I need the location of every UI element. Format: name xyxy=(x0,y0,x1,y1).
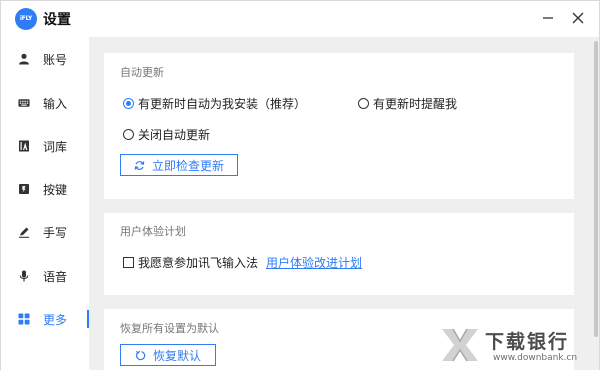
notify-option[interactable]: 有更新时提醒我 xyxy=(358,95,457,112)
sidebar-item-input[interactable]: 输入 xyxy=(1,85,89,121)
settings-panel: 自动更新 有更新时自动为我安装（推荐） 有更新时提醒我 关闭自动更新 立即检查更… xyxy=(89,37,599,370)
sidebar-item-more[interactable]: 更多 xyxy=(1,301,89,337)
keyboard-icon xyxy=(18,97,30,109)
button-label: 恢复默认 xyxy=(152,348,201,363)
option-label: 关闭自动更新 xyxy=(138,128,211,142)
vertical-scrollbar[interactable] xyxy=(593,37,599,370)
sidebar-item-handwriting[interactable]: 手写 xyxy=(1,214,89,250)
sidebar-item-label: 输入 xyxy=(43,96,68,111)
watermark-logo-icon xyxy=(442,328,478,362)
experience-plan-link[interactable]: 用户体验改进计划 xyxy=(266,254,362,271)
sidebar-item-label: 语音 xyxy=(43,269,68,284)
grid-icon xyxy=(18,313,30,325)
sidebar-item-voice[interactable]: 语音 xyxy=(1,258,89,294)
sidebar-item-label: 手写 xyxy=(43,225,68,240)
user-icon xyxy=(18,53,30,65)
sidebar-item-label: 词库 xyxy=(43,139,68,154)
option-label: 有更新时自动为我安装（推荐） xyxy=(138,97,307,111)
section-title: 用户体验计划 xyxy=(120,225,186,238)
minimize-button[interactable] xyxy=(537,7,559,29)
experience-plan-section: 用户体验计划 我愿意参加讯飞输入法 用户体验改进计划 xyxy=(104,213,574,295)
radio-button[interactable] xyxy=(358,98,369,109)
radio-button[interactable] xyxy=(123,98,134,109)
minus-icon xyxy=(543,17,553,19)
auto-update-section: 自动更新 有更新时自动为我安装（推荐） 有更新时提醒我 关闭自动更新 立即检查更… xyxy=(104,53,574,199)
dictionary-icon xyxy=(18,140,30,152)
join-plan-checkbox[interactable] xyxy=(123,257,134,268)
button-label: 立即检查更新 xyxy=(151,158,224,173)
key-icon xyxy=(18,183,30,195)
sidebar-item-label: 按键 xyxy=(43,182,68,197)
sidebar-item-label: 更多 xyxy=(43,312,68,327)
sidebar-item-account[interactable]: 账号 xyxy=(1,41,89,77)
refresh-icon xyxy=(134,160,145,171)
microphone-icon xyxy=(18,270,30,282)
site-watermark: 下载银行 www.downbank.cn xyxy=(437,323,593,367)
sidebar-item-label: 账号 xyxy=(43,52,68,67)
option-label: 有更新时提醒我 xyxy=(373,97,458,111)
section-title: 恢复所有设置为默认 xyxy=(120,322,219,335)
window-title: 设置 xyxy=(43,12,71,28)
watermark-title: 下载银行 xyxy=(485,331,570,353)
disable-auto-update-option[interactable]: 关闭自动更新 xyxy=(123,126,210,143)
sidebar-item-keys[interactable]: 按键 xyxy=(1,171,89,207)
sidebar-item-dictionary[interactable]: 词库 xyxy=(1,128,89,164)
auto-install-option[interactable]: 有更新时自动为我安装（推荐） xyxy=(123,95,306,112)
close-icon xyxy=(572,12,584,24)
app-logo: iFLY xyxy=(15,8,37,30)
check-update-button[interactable]: 立即检查更新 xyxy=(120,154,238,176)
section-title: 自动更新 xyxy=(120,66,164,79)
checkbox-label[interactable]: 我愿意参加讯飞输入法 xyxy=(138,254,258,271)
close-button[interactable] xyxy=(567,7,589,29)
watermark-url: www.downbank.cn xyxy=(493,353,578,363)
experience-plan-row: 我愿意参加讯飞输入法 用户体验改进计划 xyxy=(123,254,362,271)
settings-window: iFLY 设置 账号 输入 词库 按键 手写 语音 更多 自动更新 有更新时自动… xyxy=(0,0,600,370)
scroll-thumb[interactable] xyxy=(594,41,598,337)
reset-icon xyxy=(135,350,146,361)
radio-button[interactable] xyxy=(123,129,134,140)
restore-defaults-button[interactable]: 恢复默认 xyxy=(120,344,216,366)
title-bar: iFLY 设置 xyxy=(1,1,599,37)
sidebar: 账号 输入 词库 按键 手写 语音 更多 xyxy=(1,37,89,370)
pen-icon xyxy=(18,226,30,238)
